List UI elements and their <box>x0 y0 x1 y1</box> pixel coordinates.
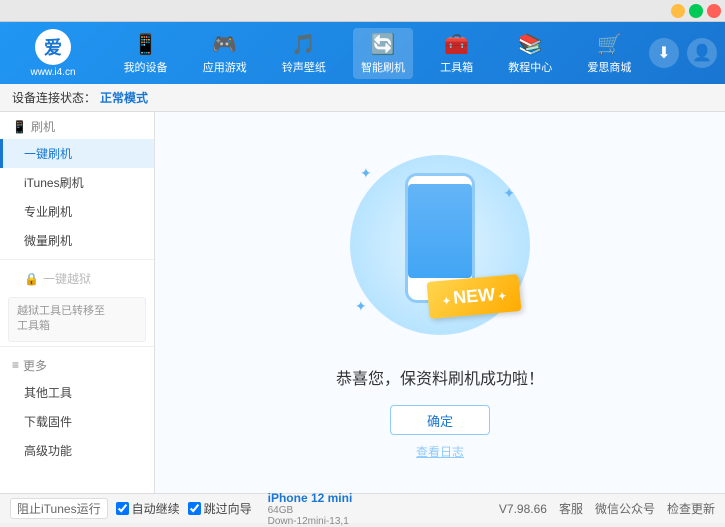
maximize-button[interactable] <box>689 4 703 18</box>
skip-wizard-label: 跳过向导 <box>204 500 252 517</box>
micro-flash-label: 微量刷机 <box>24 234 72 248</box>
my-device-icon: 📱 <box>133 32 158 57</box>
status-value: 正常模式 <box>100 89 148 106</box>
advanced-label: 高级功能 <box>24 444 72 458</box>
download-fw-label: 下载固件 <box>24 415 72 429</box>
one-click-label: 一键刷机 <box>24 147 72 161</box>
skip-wizard-checkbox[interactable]: 跳过向导 <box>188 500 252 517</box>
device-info: iPhone 12 mini 64GB Down-12mini-13,1 <box>268 491 353 527</box>
flash-section-icon: 📱 <box>12 120 27 134</box>
bottom-right: V7.98.66 客服 微信公众号 检查更新 <box>499 500 715 517</box>
nav-item-store[interactable]: 🛒 爱思商城 <box>579 28 639 79</box>
device-name: iPhone 12 mini <box>268 491 353 505</box>
sidebar-item-itunes-flash[interactable]: iTunes刷机 <box>0 168 154 197</box>
close-button[interactable] <box>707 4 721 18</box>
title-bar <box>0 0 725 22</box>
sparkle-icon-2: ✦ <box>503 185 515 202</box>
logo-area[interactable]: 爱 www.i4.cn <box>8 29 98 78</box>
store-icon: 🛒 <box>597 32 622 57</box>
nav-items: 📱 我的设备 🎮 应用游戏 🎵 铃声壁纸 🔄 智能刷机 🧰 工具箱 📚 教程中心… <box>106 28 649 79</box>
sidebar-item-one-click[interactable]: 一键刷机 <box>0 139 154 168</box>
more-section-icon: ≡ <box>12 358 19 372</box>
sparkle-icon-1: ✦ <box>360 165 372 182</box>
auto-flash-checkbox[interactable]: 自动继续 <box>116 500 180 517</box>
sidebar-item-pro-flash[interactable]: 专业刷机 <box>0 197 154 226</box>
apps-icon: 🎮 <box>212 32 237 57</box>
stop-itunes-label: 阻止iTunes运行 <box>17 500 101 517</box>
sparkle-icon-3: ✦ <box>355 298 367 315</box>
jailbreak-note: 越狱工具已转移至工具箱 <box>8 297 146 342</box>
bottom-bar: 阻止iTunes运行 自动继续 跳过向导 iPhone 12 mini 64GB… <box>0 493 725 523</box>
nav-item-smart-flash[interactable]: 🔄 智能刷机 <box>353 28 413 79</box>
tutorial-icon: 📚 <box>518 32 543 57</box>
content-area: ✦ ✦ ✦ NEW 恭喜您，保资料刷机成功啦！ 确定 查看日志 <box>155 112 725 493</box>
sidebar-section-flash: 📱 刷机 <box>0 112 154 139</box>
device-capacity: 64GB <box>268 505 353 516</box>
diary-link[interactable]: 查看日志 <box>416 443 464 460</box>
pro-flash-label: 专业刷机 <box>24 205 72 219</box>
nav-item-ringtone[interactable]: 🎵 铃声壁纸 <box>274 28 334 79</box>
nav-right: ⬇ 👤 <box>649 38 717 68</box>
download-button[interactable]: ⬇ <box>649 38 679 68</box>
check-update-link[interactable]: 检查更新 <box>667 500 715 517</box>
support-link[interactable]: 客服 <box>559 500 583 517</box>
smart-flash-icon: 🔄 <box>371 32 396 57</box>
sidebar-section-more: ≡ 更多 <box>0 351 154 378</box>
ringtone-icon: 🎵 <box>291 32 316 57</box>
sidebar-item-advanced[interactable]: 高级功能 <box>0 436 154 465</box>
nav-item-apps-games[interactable]: 🎮 应用游戏 <box>195 28 255 79</box>
sidebar-item-micro-flash[interactable]: 微量刷机 <box>0 226 154 255</box>
auto-flash-input[interactable] <box>116 502 129 515</box>
logo-icon: 爱 <box>35 29 71 65</box>
toolbox-label: 工具箱 <box>440 59 473 75</box>
skip-wizard-input[interactable] <box>188 502 201 515</box>
apps-label: 应用游戏 <box>203 59 247 75</box>
phone-screen <box>408 184 472 278</box>
flash-section-label: 刷机 <box>31 118 55 135</box>
new-badge: NEW <box>426 274 521 319</box>
sidebar-divider-2 <box>0 346 154 347</box>
more-section-label: 更多 <box>23 357 47 374</box>
sidebar-item-download-fw[interactable]: 下载固件 <box>0 407 154 436</box>
sidebar-item-jailbreak-disabled: 🔒 一键越狱 <box>0 264 154 293</box>
nav-item-toolbox[interactable]: 🧰 工具箱 <box>432 28 481 79</box>
lock-icon: 🔒 <box>24 272 39 286</box>
logo-url: www.i4.cn <box>30 67 75 78</box>
top-nav: 爱 www.i4.cn 📱 我的设备 🎮 应用游戏 🎵 铃声壁纸 🔄 智能刷机 … <box>0 22 725 84</box>
my-device-label: 我的设备 <box>124 59 168 75</box>
main-content: 📱 刷机 一键刷机 iTunes刷机 专业刷机 微量刷机 🔒 一键越狱 越狱工具… <box>0 112 725 493</box>
status-bar: 设备连接状态： 正常模式 <box>0 84 725 112</box>
nav-item-tutorial[interactable]: 📚 教程中心 <box>500 28 560 79</box>
toolbox-icon: 🧰 <box>444 32 469 57</box>
stop-itunes-button[interactable]: 阻止iTunes运行 <box>10 498 108 519</box>
device-model: Down-12mini-13,1 <box>268 516 353 527</box>
success-text: 恭喜您，保资料刷机成功啦！ <box>336 365 544 389</box>
version-text: V7.98.66 <box>499 502 547 516</box>
ringtone-label: 铃声壁纸 <box>282 59 326 75</box>
other-tools-label: 其他工具 <box>24 386 72 400</box>
itunes-flash-label: iTunes刷机 <box>24 176 84 190</box>
auto-flash-label: 自动继续 <box>132 500 180 517</box>
user-button[interactable]: 👤 <box>687 38 717 68</box>
status-label: 设备连接状态： <box>12 89 96 106</box>
confirm-button[interactable]: 确定 <box>390 405 490 435</box>
jailbreak-note-text: 越狱工具已转移至工具箱 <box>17 305 105 332</box>
jailbreak-label: 一键越狱 <box>43 270 91 287</box>
sidebar-item-other-tools[interactable]: 其他工具 <box>0 378 154 407</box>
phone-illustration: ✦ ✦ ✦ NEW <box>340 145 540 345</box>
nav-item-my-device[interactable]: 📱 我的设备 <box>116 28 176 79</box>
minimize-button[interactable] <box>671 4 685 18</box>
sidebar-divider-1 <box>0 259 154 260</box>
wechat-link[interactable]: 微信公众号 <box>595 500 655 517</box>
sidebar: 📱 刷机 一键刷机 iTunes刷机 专业刷机 微量刷机 🔒 一键越狱 越狱工具… <box>0 112 155 493</box>
smart-flash-label: 智能刷机 <box>361 59 405 75</box>
tutorial-label: 教程中心 <box>508 59 552 75</box>
bottom-left: 阻止iTunes运行 自动继续 跳过向导 iPhone 12 mini 64GB… <box>10 491 352 527</box>
store-label: 爱思商城 <box>587 59 631 75</box>
